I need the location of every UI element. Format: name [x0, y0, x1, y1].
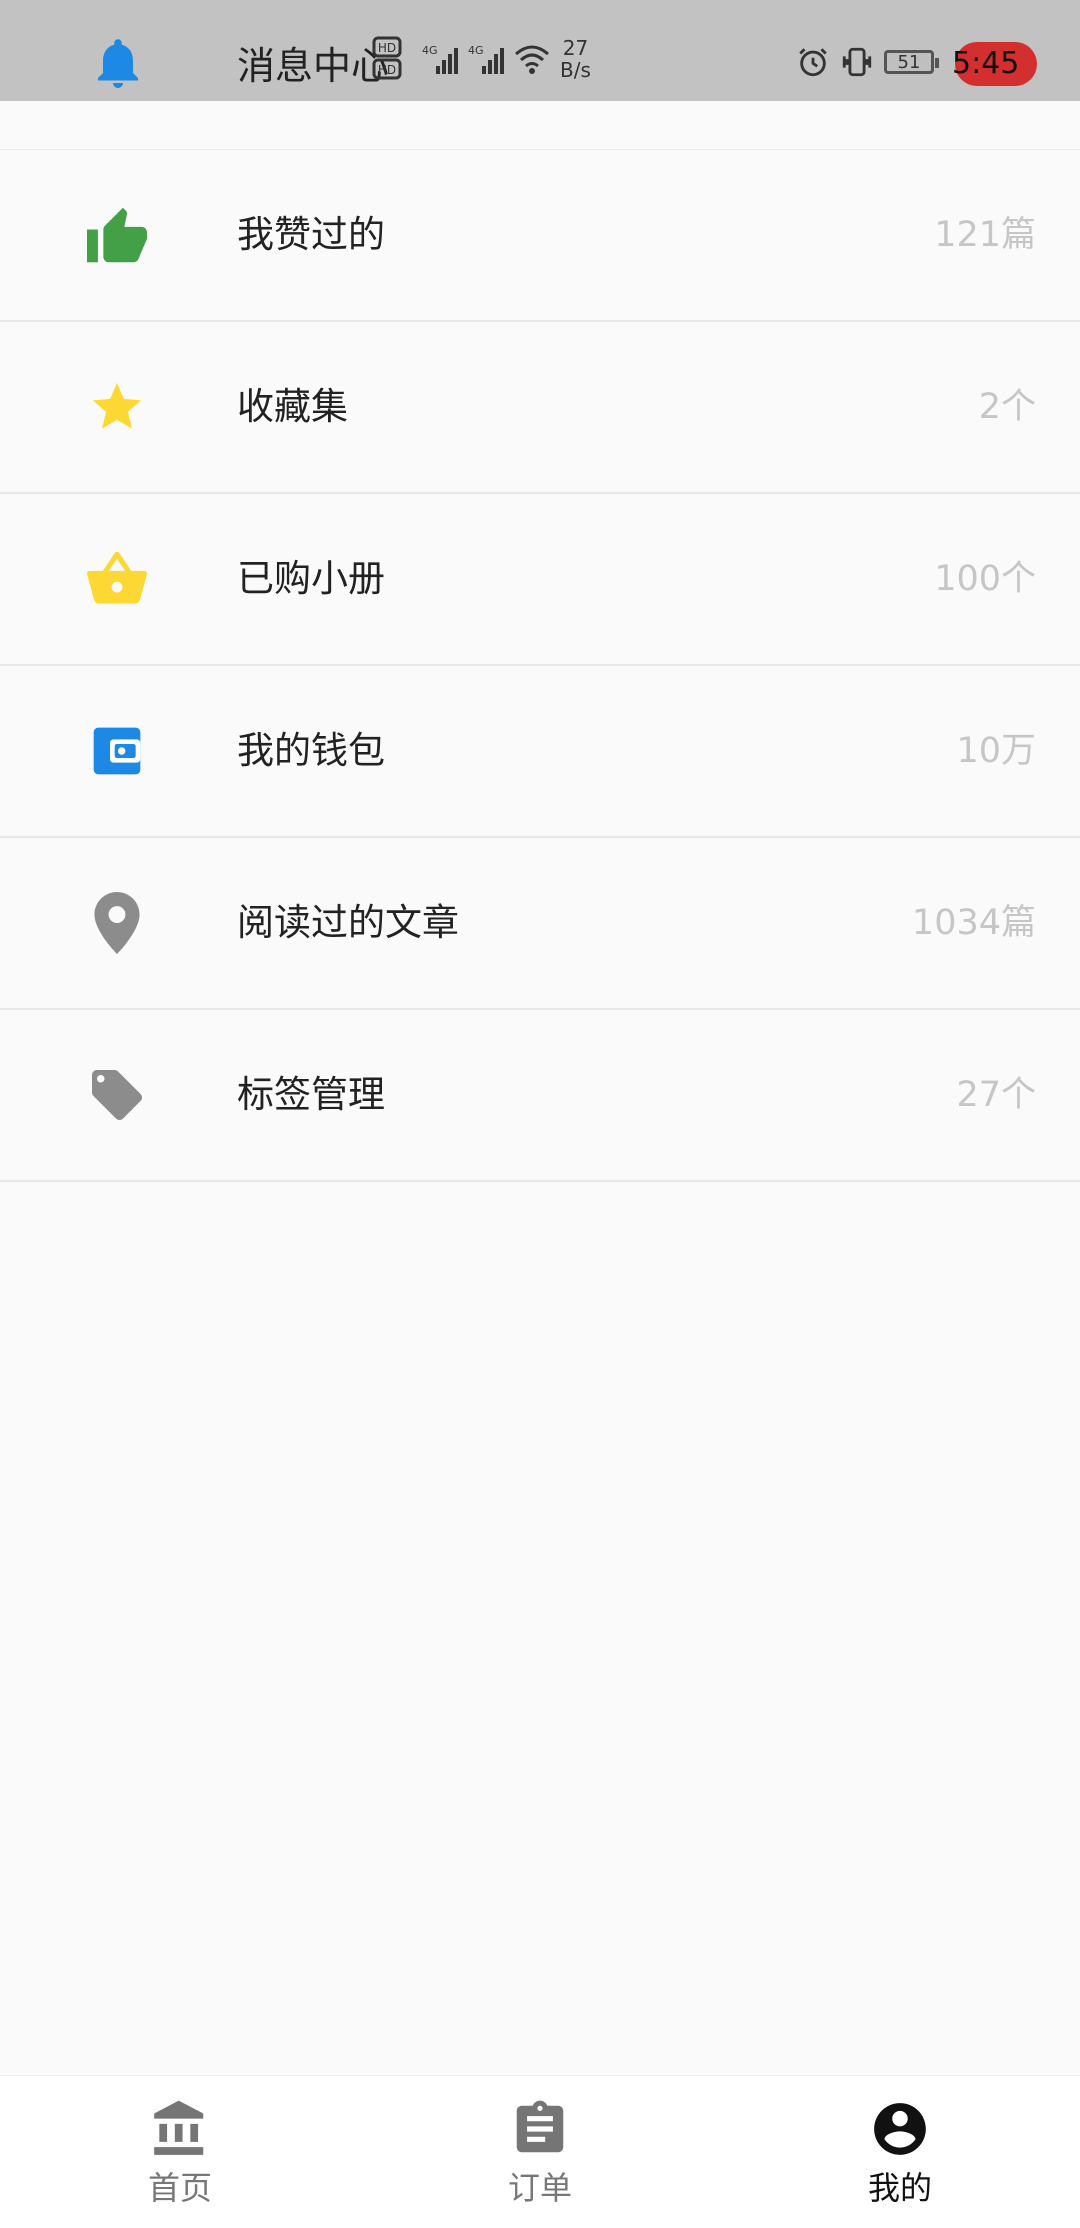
nav-label: 我的	[867, 2169, 932, 2207]
bottom-navigation: 首页 订单 我的	[0, 2075, 1080, 2228]
menu-item-count: 27个	[956, 1075, 1036, 1115]
account-circle-icon	[874, 2103, 926, 2155]
menu-item-tag-management[interactable]: 标签管理 27个	[0, 1010, 1080, 1182]
tag-icon	[80, 1063, 154, 1127]
menu-item-label: 我的钱包	[237, 729, 385, 772]
vibrate-icon	[842, 47, 872, 77]
status-bar: 消息中心 HD HD 4G 4G 27 B/s 51 5:45	[0, 0, 1080, 101]
nav-orders[interactable]: 订单	[360, 2076, 720, 2228]
svg-text:HD: HD	[378, 41, 396, 55]
menu-item-count: 1034篇	[911, 903, 1036, 943]
menu-item-wallet[interactable]: 我的钱包 10万	[0, 666, 1080, 838]
menu-item-liked[interactable]: 我赞过的 121篇	[0, 150, 1080, 322]
menu-item-label: 我赞过的	[237, 213, 385, 256]
svg-text:HD: HD	[378, 63, 396, 77]
nav-label: 订单	[507, 2169, 572, 2207]
network-speed-unit: B/s	[560, 58, 591, 82]
alarm-icon	[799, 48, 827, 77]
svg-text:4G: 4G	[422, 44, 438, 57]
menu-item-label: 标签管理	[237, 1073, 385, 1116]
battery-indicator: 51	[884, 50, 939, 74]
signal-4g-icon: 4G	[468, 44, 504, 74]
menu-item-count: 100个	[934, 559, 1036, 599]
clipboard-icon	[516, 2100, 564, 2153]
network-indicators: HD HD 4G 4G 27 B/s	[372, 34, 591, 84]
location-pin-icon	[80, 891, 154, 955]
nav-mine[interactable]: 我的	[720, 2076, 1080, 2228]
svg-text:4G: 4G	[468, 44, 484, 57]
system-indicators: 51	[796, 40, 939, 84]
menu-list: 我赞过的 121篇 收藏集 2个 已购小册 100个 我的钱包 10万 阅读过的…	[0, 150, 1080, 1182]
wallet-icon	[80, 719, 154, 783]
network-speed: 27 B/s	[560, 37, 591, 81]
basket-icon	[80, 547, 154, 611]
star-icon	[80, 375, 154, 439]
wifi-icon	[515, 45, 549, 74]
page-title: 消息中心	[237, 44, 390, 88]
bell-icon[interactable]	[88, 30, 148, 96]
clock: 5:45	[952, 46, 1020, 81]
menu-item-purchased-books[interactable]: 已购小册 100个	[0, 494, 1080, 666]
menu-item-label: 阅读过的文章	[237, 901, 459, 944]
menu-item-label: 已购小册	[237, 557, 385, 600]
menu-item-count: 2个	[978, 387, 1036, 427]
hd-voice-icon: HD HD	[372, 36, 402, 80]
signal-4g-icon: 4G	[422, 44, 458, 74]
nav-home[interactable]: 首页	[0, 2076, 360, 2228]
menu-item-count: 10万	[956, 731, 1036, 771]
bank-icon	[154, 2100, 204, 2155]
menu-item-count: 121篇	[934, 215, 1036, 255]
network-speed-value: 27	[562, 36, 589, 60]
nav-label: 首页	[147, 2169, 212, 2207]
menu-item-read-articles[interactable]: 阅读过的文章 1034篇	[0, 838, 1080, 1010]
menu-item-label: 收藏集	[237, 385, 348, 428]
thumbs-up-icon	[80, 203, 154, 267]
header-divider	[0, 101, 1080, 151]
menu-item-collections[interactable]: 收藏集 2个	[0, 322, 1080, 494]
